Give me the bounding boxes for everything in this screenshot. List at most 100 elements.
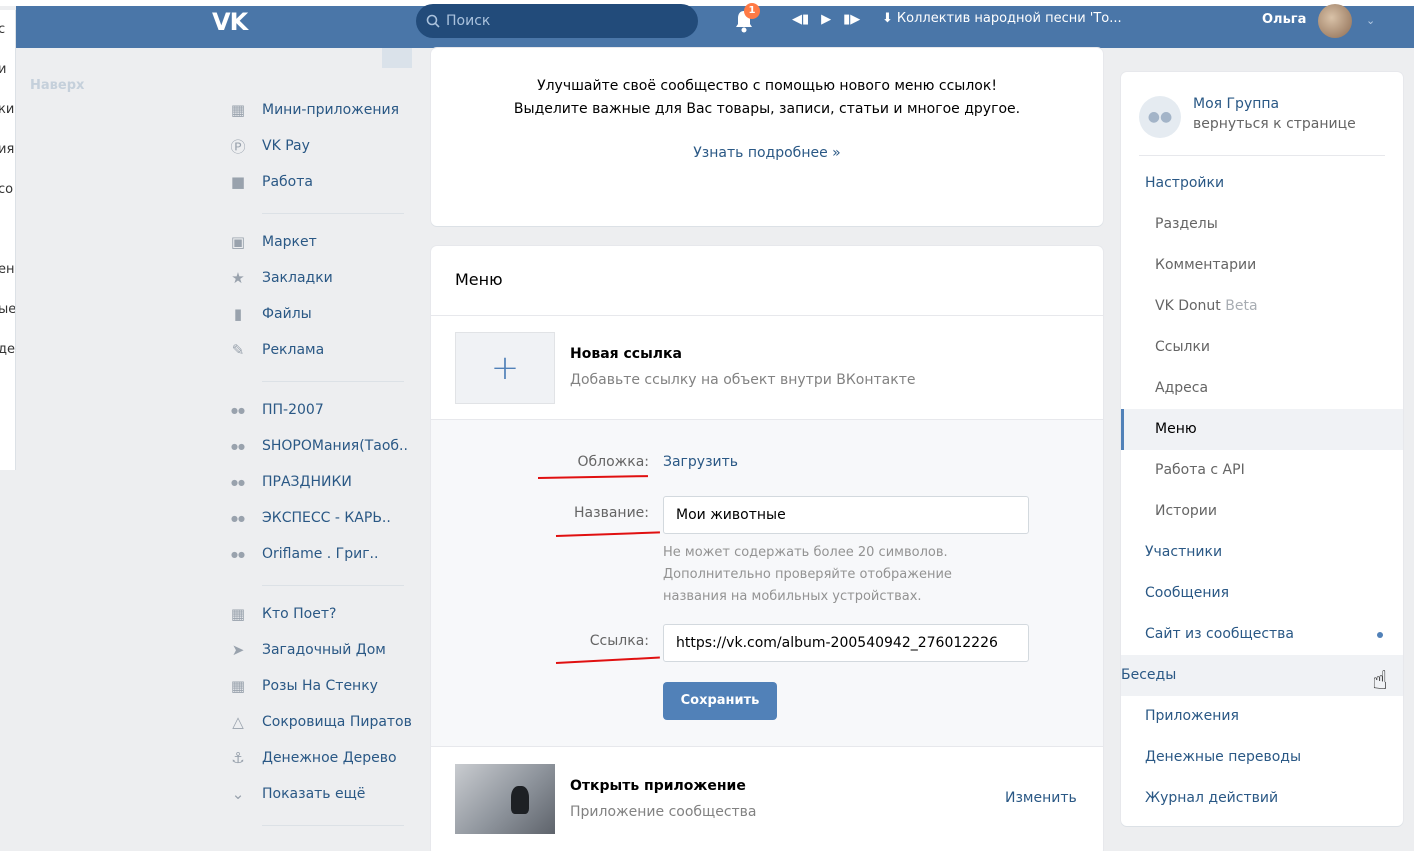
- new-link-title[interactable]: Новая ссылка: [570, 346, 682, 362]
- nav-item[interactable]: ▦ Розы На Стенку: [228, 674, 378, 698]
- nav-item-label: SHOPОМания(Таоб..: [262, 438, 408, 454]
- settings-item[interactable]: Адреса: [1121, 368, 1403, 409]
- nav-divider: [262, 825, 404, 826]
- settings-item-label: Истории: [1155, 503, 1217, 519]
- nav-item[interactable]: ●● SHOPОМания(Таоб..: [228, 434, 408, 458]
- search-icon: [426, 14, 440, 28]
- clipped-text: со: [0, 182, 14, 197]
- settings-item[interactable]: Сообщения: [1121, 573, 1403, 614]
- nav-item[interactable]: ➤ Загадочный Дом: [228, 638, 386, 662]
- settings-item[interactable]: Участники: [1121, 532, 1403, 573]
- link-input[interactable]: https://vk.com/album-200540942_276012226: [663, 624, 1029, 662]
- settings-item-label: Приложения: [1145, 708, 1239, 724]
- settings-item-label: Комментарии: [1155, 257, 1257, 273]
- settings-item[interactable]: Беседы: [1121, 655, 1403, 696]
- edit-link-button[interactable]: Изменить: [1005, 790, 1077, 806]
- nav-item[interactable]: △ Сокровища Пиратов: [228, 710, 412, 734]
- nav-item[interactable]: ●● ПРАЗДНИКИ: [228, 470, 352, 494]
- upload-cover-link[interactable]: Загрузить: [663, 454, 738, 470]
- clipped-text: ые: [0, 302, 16, 317]
- settings-item-label: Адреса: [1155, 380, 1209, 396]
- notification-badge: 1: [744, 3, 760, 19]
- settings-item[interactable]: Настройки: [1121, 163, 1403, 204]
- group-icon[interactable]: ●●: [1139, 96, 1181, 138]
- anchor-icon: ⚓: [231, 749, 245, 767]
- rocket-icon: ➤: [231, 641, 245, 659]
- nav-item-label: Закладки: [262, 270, 333, 286]
- settings-item[interactable]: Истории: [1121, 491, 1403, 532]
- save-button[interactable]: Сохранить: [663, 682, 777, 720]
- divider: [431, 746, 1103, 747]
- settings-item[interactable]: Сайт из сообщества: [1121, 614, 1403, 655]
- settings-item-label: VK Donut: [1155, 298, 1221, 314]
- clipped-text: ени: [0, 262, 15, 277]
- add-link-button[interactable]: +: [455, 332, 555, 404]
- settings-item[interactable]: Комментарии: [1121, 245, 1403, 286]
- nav-item[interactable]: ★ Закладки: [228, 266, 333, 290]
- nav-item[interactable]: ⚓ Денежное Дерево: [228, 746, 397, 770]
- settings-item-label: Настройки: [1145, 175, 1225, 191]
- vk-logo[interactable]: VK: [212, 8, 254, 36]
- new-link-subtitle: Добавьте ссылку на объект внутри ВКонтак…: [570, 372, 916, 388]
- nav-item-label: Загадочный Дом: [262, 642, 386, 658]
- nav-item[interactable]: ▣ Маркет: [228, 230, 317, 254]
- cover-label: Обложка:: [577, 454, 649, 470]
- settings-item-label: Сообщения: [1145, 585, 1230, 601]
- back-to-page-link[interactable]: вернуться к странице: [1193, 116, 1356, 132]
- app-item-title[interactable]: Открыть приложение: [570, 778, 746, 794]
- nav-item-label: Работа: [262, 174, 313, 190]
- group-icon: ●●: [231, 513, 245, 523]
- play-icon[interactable]: ▶: [821, 12, 831, 27]
- settings-item[interactable]: Меню: [1121, 409, 1403, 450]
- nav-collapsed-item: [382, 48, 412, 68]
- chevron-down-icon[interactable]: ⌄: [1366, 14, 1375, 27]
- settings-item-label: Участники: [1145, 544, 1223, 560]
- nav-item[interactable]: ●● ЭКСПЕСС - КАРЬ..: [228, 506, 391, 530]
- nav-divider: [262, 381, 404, 382]
- clipped-text: с: [0, 10, 15, 50]
- user-name[interactable]: Ольга: [1262, 12, 1306, 27]
- nav-item[interactable]: ▦ Кто Поет?: [228, 602, 337, 626]
- download-icon: ⬇: [882, 11, 893, 26]
- clipped-text: ия: [0, 142, 15, 157]
- settings-item[interactable]: Журнал действий: [1121, 778, 1403, 819]
- name-input[interactable]: Мои животные: [663, 496, 1029, 534]
- nav-item-label: Показать ещё: [262, 786, 366, 802]
- nav-item-label: Сокровища Пиратов: [262, 714, 412, 730]
- now-playing[interactable]: ⬇ Коллектив народной песни 'То...: [882, 11, 1122, 26]
- promo-line-2: Выделите важные для Вас товары, записи, …: [513, 101, 1021, 117]
- nav-item[interactable]: Ⓟ VK Pay: [228, 134, 309, 158]
- settings-item[interactable]: VK Donut Beta: [1121, 286, 1403, 327]
- hint-line: названия на мобильных устройствах.: [663, 589, 922, 604]
- clipped-text: де: [0, 342, 15, 357]
- nav-item[interactable]: ✎ Реклама: [228, 338, 324, 362]
- settings-item[interactable]: Денежные переводы: [1121, 737, 1403, 778]
- nav-item[interactable]: ■ Работа: [228, 170, 313, 194]
- plus-icon: +: [490, 348, 520, 388]
- search-input[interactable]: Поиск: [416, 4, 698, 38]
- search-placeholder: Поиск: [446, 13, 491, 29]
- settings-item[interactable]: Работа с API: [1121, 450, 1403, 491]
- next-track-icon[interactable]: ▮▶: [843, 12, 860, 27]
- nav-item[interactable]: ▦ Мини-приложения: [228, 98, 399, 122]
- settings-item[interactable]: Ссылки: [1121, 327, 1403, 368]
- nav-item[interactable]: ●● Oriflame . Григ..: [228, 542, 378, 566]
- prev-track-icon[interactable]: ◀▮: [792, 12, 809, 27]
- scroll-to-top-link[interactable]: Наверх: [30, 78, 84, 93]
- settings-item-label: Работа с API: [1155, 462, 1245, 478]
- unread-dot-icon: [1377, 632, 1383, 638]
- nav-item-label: Денежное Дерево: [262, 750, 397, 766]
- app-thumbnail: [455, 764, 555, 834]
- avatar[interactable]: [1318, 4, 1352, 38]
- apps-icon: ▦: [230, 677, 246, 695]
- clipped-text: [0, 210, 15, 250]
- nav-item[interactable]: ●● ПП-2007: [228, 398, 324, 422]
- learn-more-link[interactable]: Узнать подробнее »: [431, 145, 1103, 161]
- settings-item[interactable]: Разделы: [1121, 204, 1403, 245]
- group-name[interactable]: Моя Группа: [1193, 96, 1279, 112]
- nav-item[interactable]: ▮ Файлы: [228, 302, 312, 326]
- nav-item[interactable]: ⌄ Показать ещё: [228, 782, 366, 806]
- group-icon: ●●: [231, 441, 245, 451]
- settings-item[interactable]: Приложения: [1121, 696, 1403, 737]
- svg-text:VK: VK: [212, 8, 250, 34]
